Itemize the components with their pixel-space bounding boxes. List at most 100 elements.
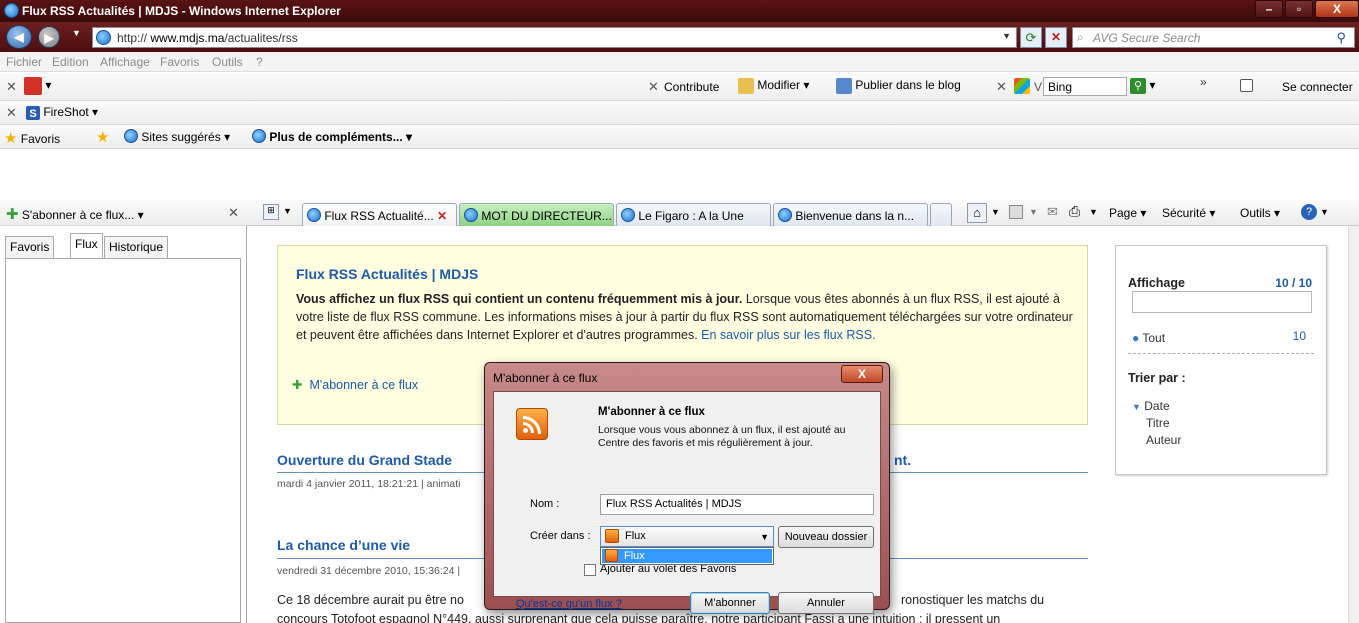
publier-button[interactable]: Publier dans le blog [836,78,961,94]
home-dropdown-icon[interactable]: ▼ [991,207,1000,217]
add-favorite-icon[interactable]: ★ [96,128,109,146]
mail-icon[interactable]: ✉ [1047,204,1058,220]
menu-affichage[interactable]: Affichage [100,55,150,69]
checkbox-icon[interactable] [1240,78,1253,93]
tout-count: 10 [1292,329,1306,343]
address-dropdown-icon[interactable]: ▼ [1002,31,1011,41]
feeds-dropdown-icon[interactable]: ▼ [1029,207,1038,217]
subscribe-feed-button[interactable]: ✚ S'abonner à ce flux... ▾ [6,205,144,223]
menu-edition[interactable]: Edition [52,55,89,69]
tab-flux[interactable]: Flux [70,233,103,259]
article-body-line: concours Totofoot espagnol N°449, aussi … [277,612,1001,623]
sites-suggeres-button[interactable]: Sites suggérés ▾ [124,129,230,144]
help-icon[interactable]: ? [1301,204,1317,220]
menu-help[interactable]: ? [256,55,263,69]
tab-le-figaro[interactable]: Le Figaro : A la Une [616,203,771,226]
home-icon[interactable]: ⌂ [967,203,987,223]
se-connecter-button[interactable]: Se connecter [1282,80,1353,94]
sort-titre[interactable]: Titre [1146,416,1170,430]
stop-icon[interactable]: ✕ [1045,27,1067,48]
address-bar[interactable]: http:// www.mdjs.ma/actualites/rss ▼ [92,27,1017,48]
outils-menu[interactable]: Outils ▾ [1240,206,1280,220]
feeds-icon[interactable] [1009,205,1023,219]
forward-button[interactable]: ▶ [38,26,60,48]
search-input[interactable]: ⌕ AVG Secure Search ⚲ [1072,27,1355,48]
close-fireshot-icon[interactable]: ✕ [6,105,17,121]
search-engine-icon[interactable]: ⌕ [1077,30,1084,45]
bing-search-input[interactable]: Bing [1043,77,1127,96]
close-tab-icon[interactable]: ✕ [437,209,447,223]
ie-logo-icon [4,3,19,18]
page-menu[interactable]: Page ▾ [1109,206,1146,220]
close-bing-icon[interactable]: ✕ [996,79,1007,95]
tab-historique[interactable]: Historique [104,236,169,258]
filter-tout[interactable]: ● Tout [1132,331,1165,345]
rss-folder-icon [605,549,618,562]
close-panel-icon[interactable]: ✕ [228,205,239,221]
folder-option-flux[interactable]: Flux [602,549,772,563]
menu-bar: Fichier Edition Affichage Favoris Outils… [0,52,1359,72]
article-title-end[interactable]: nt. [894,452,911,468]
tab-flux-rss[interactable]: Flux RSS Actualité... ✕ [302,203,457,226]
maximize-button[interactable]: ▫ [1285,0,1313,18]
sort-date[interactable]: ▼ Date [1132,399,1170,413]
tab-mot-du-directeur[interactable]: MOT DU DIRECTEUR... [459,203,614,226]
tab-list-dropdown-icon[interactable]: ▼ [283,206,292,216]
refresh-icon[interactable]: ⟳ [1020,27,1042,48]
page-scrollbar[interactable] [1348,226,1359,623]
modifier-button[interactable]: Modifier ▾ [738,78,809,94]
url-text[interactable]: http:// www.mdjs.ma/actualites/rss [117,31,298,45]
quick-tabs-icon[interactable]: ⊞ [263,204,279,220]
menu-fichier[interactable]: Fichier [6,55,42,69]
article-title[interactable]: Ouverture du Grand Stade [277,452,452,468]
new-tab-button[interactable] [930,203,952,226]
dialog-body: M'abonner à ce flux Lorsque vous vous ab… [493,391,881,614]
article-title[interactable]: La chance d’une vie [277,537,410,553]
edit-icon [738,78,754,94]
close-window-button[interactable]: X [1315,0,1359,18]
tab-bienvenue[interactable]: Bienvenue dans la n... [773,203,928,226]
add-to-favorites-bar-checkbox[interactable] [584,564,596,576]
history-dropdown-icon[interactable]: ▼ [72,28,81,38]
contribute-button[interactable]: Contribute [664,80,719,94]
star-icon: ★ [4,130,18,147]
close-contribute-icon[interactable]: ✕ [648,79,659,95]
bing-search-button[interactable]: ⚲ ▾ [1130,78,1155,94]
sort-auteur[interactable]: Auteur [1146,433,1181,447]
back-button[interactable]: ◀ [6,25,32,49]
creer-dans-select[interactable]: Flux ▼ [600,526,774,547]
flux-list[interactable] [5,258,241,623]
minimize-button[interactable]: – [1255,0,1283,18]
dialog-title: M'abonner à ce flux [493,371,598,385]
nouveau-dossier-button[interactable]: Nouveau dossier [778,526,874,548]
trier-heading: Trier par : [1128,371,1186,385]
help-dropdown-icon[interactable]: ▼ [1320,207,1329,217]
menu-outils[interactable]: Outils [212,55,243,69]
filter-input[interactable] [1132,291,1312,313]
securite-menu[interactable]: Sécurité ▾ [1162,206,1215,220]
nom-input[interactable]: Flux RSS Actualités | MDJS [600,494,874,515]
dialog-close-button[interactable]: X [841,365,883,383]
search-icon[interactable]: ⚲ [1336,30,1346,46]
menu-favoris[interactable]: Favoris [160,55,199,69]
affichage-count: 10 / 10 [1275,276,1312,290]
fireshot-button[interactable]: S FireShot ▾ [26,105,98,120]
plus-complements-button[interactable]: Plus de compléments... ▾ [252,129,412,144]
panel-header: ✚ S'abonner à ce flux... ▾ ✕ [0,200,247,226]
print-icon[interactable]: ⎙ [1069,203,1080,220]
close-toolbar-icon[interactable]: ✕ [6,79,17,95]
browser-tabs-row: ⊞ ▼ Flux RSS Actualité... ✕ MOT DU DIREC… [247,200,1359,226]
what-is-feed-link[interactable]: Qu'est-ce qu'un flux ? [516,598,622,610]
pdf-tool-icon[interactable]: ▾ [24,77,51,95]
print-dropdown-icon[interactable]: ▼ [1089,207,1098,217]
subscribe-button[interactable]: M'abonner [690,592,770,614]
cancel-button[interactable]: Annuler [778,592,874,614]
subscribe-feed-link[interactable]: ✚ M'abonner à ce flux [292,377,418,392]
more-chevron-icon[interactable]: » [1200,75,1207,89]
learn-more-link[interactable]: En savoir plus sur les flux RSS. [701,328,875,342]
search-placeholder: AVG Secure Search [1093,31,1201,45]
fireshot-icon: S [26,105,40,120]
select-arrow-icon[interactable]: ▼ [760,532,769,542]
tab-favoris[interactable]: Favoris [5,236,55,258]
favoris-button[interactable]: ★ Favoris [4,129,60,147]
